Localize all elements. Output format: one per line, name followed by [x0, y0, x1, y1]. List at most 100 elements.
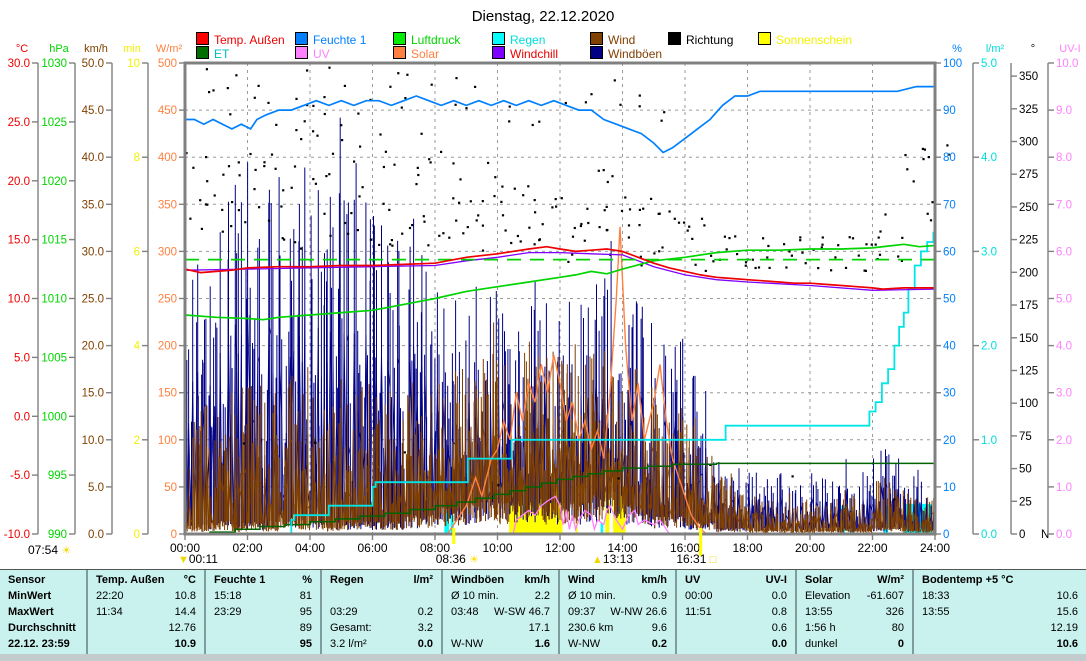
- svg-text:300: 300: [158, 246, 177, 258]
- marker-0011: ▼00:11: [178, 552, 218, 566]
- svg-text:3.0: 3.0: [1056, 388, 1072, 400]
- cell-value: 15.6: [1057, 604, 1078, 620]
- cell-value: 81: [300, 588, 312, 604]
- svg-text:100: 100: [1019, 398, 1038, 410]
- svg-text:10.0: 10.0: [82, 435, 104, 447]
- svg-text:200: 200: [158, 341, 177, 353]
- cell-value: 10.8: [175, 588, 196, 604]
- svg-text:175: 175: [1019, 300, 1038, 312]
- svg-text:0: 0: [171, 529, 177, 541]
- svg-text:50: 50: [1019, 464, 1032, 476]
- svg-text:15.0: 15.0: [8, 235, 30, 247]
- svg-text:4.0: 4.0: [981, 152, 997, 164]
- marker-1631: 16:31 □: [676, 552, 716, 566]
- svg-text:40.0: 40.0: [82, 152, 104, 164]
- svg-text:20.0: 20.0: [82, 341, 104, 353]
- svg-text:50: 50: [943, 294, 956, 306]
- svg-text:min: min: [123, 43, 141, 55]
- svg-text:35.0: 35.0: [82, 199, 104, 211]
- svg-text:5.0: 5.0: [88, 482, 104, 494]
- table-col-sensor: SensorMinWertMaxWertDurchschnitt22.12. 2…: [0, 570, 86, 654]
- cell-value: 12.76: [168, 620, 196, 636]
- col-header-unit: km/h: [524, 572, 550, 588]
- svg-text:5.0: 5.0: [981, 58, 997, 70]
- sunset-square-icon: □: [710, 554, 717, 566]
- cell-value: 95: [300, 604, 312, 620]
- svg-text:°C: °C: [16, 43, 28, 55]
- svg-text:500: 500: [158, 58, 177, 70]
- svg-text:15.0: 15.0: [82, 388, 104, 400]
- marker-0011-time: 00:11: [189, 552, 218, 566]
- svg-text:24:00: 24:00: [920, 541, 950, 555]
- cell-value: 0.0: [772, 636, 787, 652]
- cell-value: 9.6: [652, 620, 667, 636]
- svg-text:20.0: 20.0: [8, 176, 30, 188]
- svg-text:UV-I: UV-I: [1059, 43, 1080, 55]
- svg-text:6: 6: [134, 246, 140, 258]
- svg-text:-5.0: -5.0: [10, 470, 30, 482]
- svg-text:0: 0: [134, 529, 140, 541]
- twilight-time-label: 07:54 ☀: [28, 543, 71, 557]
- table-col-feuchte-1: Feuchte 1%15:188123:29958995: [204, 570, 320, 654]
- cell-value: -61.607: [867, 588, 904, 604]
- cell-value: 12.19: [1050, 620, 1078, 636]
- cell-value: 0.0: [772, 588, 787, 604]
- svg-text:2.0: 2.0: [1056, 435, 1072, 447]
- svg-text:1.0: 1.0: [981, 435, 997, 447]
- svg-text:450: 450: [158, 105, 177, 117]
- svg-text:225: 225: [1019, 235, 1038, 247]
- svg-text:5.0: 5.0: [14, 352, 30, 364]
- sensor-row-label: MinWert: [8, 588, 51, 604]
- half-sun-icon: ☀: [61, 545, 71, 557]
- svg-text:2.0: 2.0: [981, 341, 997, 353]
- svg-text:1015: 1015: [41, 235, 67, 247]
- svg-text:4.0: 4.0: [1056, 341, 1072, 353]
- svg-text:7.0: 7.0: [1056, 199, 1072, 211]
- cell-value: 1.6: [535, 636, 550, 652]
- svg-text:1000: 1000: [41, 411, 67, 423]
- col-header-unit: °C: [184, 572, 196, 588]
- table-col-wind: Windkm/hØ 10 min.0.909:37W-NW 26.6230.6 …: [558, 570, 675, 654]
- col-header-unit: l/m²: [413, 572, 433, 588]
- svg-text:80: 80: [943, 152, 956, 164]
- svg-text:1005: 1005: [41, 352, 67, 364]
- svg-text:1.0: 1.0: [1056, 482, 1072, 494]
- table-col-solar: SolarW/m²Elevation-61.60713:553261:56 h8…: [795, 570, 912, 654]
- sensor-row-label: MaxWert: [8, 604, 54, 620]
- svg-text:20: 20: [943, 435, 956, 447]
- svg-text:150: 150: [1019, 333, 1038, 345]
- svg-text:45.0: 45.0: [82, 105, 104, 117]
- svg-text:5.0: 5.0: [1056, 294, 1072, 306]
- svg-text:8.0: 8.0: [1056, 152, 1072, 164]
- svg-text:1020: 1020: [41, 176, 67, 188]
- cell-value: 10.9: [175, 636, 196, 652]
- svg-text:0: 0: [943, 529, 949, 541]
- svg-text:10.0: 10.0: [8, 294, 30, 306]
- svg-text:25.0: 25.0: [8, 117, 30, 129]
- svg-text:18:00: 18:00: [732, 541, 762, 555]
- svg-text:100: 100: [943, 58, 962, 70]
- marker-1313-time: 13:13: [603, 552, 633, 566]
- table-col-bodentemp-5: Bodentemp +5 °C18:3310.613:5515.612.1910…: [912, 570, 1086, 654]
- svg-text:12:00: 12:00: [545, 541, 575, 555]
- svg-text:50: 50: [164, 482, 177, 494]
- cell-value: 326: [886, 604, 904, 620]
- cell-value: 14.4: [175, 604, 196, 620]
- svg-text:4: 4: [134, 341, 141, 353]
- table-col-temp-au-en: Temp. Außen°C22:2010.811:3414.412.7610.9: [86, 570, 204, 654]
- svg-text:60: 60: [943, 246, 956, 258]
- cell-value: W-SW 46.7: [494, 604, 550, 620]
- marker-0836-time: 08:36: [436, 552, 466, 566]
- bottom-strip: [0, 654, 1086, 661]
- weather-day-chart-window: Dienstag, 22.12.2020 Temp. AußenFeuchte …: [0, 0, 1086, 661]
- cell-value: 0: [898, 636, 904, 652]
- cell-value: 0.9: [652, 588, 667, 604]
- svg-text:250: 250: [1019, 202, 1038, 214]
- svg-text:75: 75: [1019, 431, 1032, 443]
- svg-text:30.0: 30.0: [8, 58, 30, 70]
- svg-text:325: 325: [1019, 104, 1038, 116]
- svg-text:10.0: 10.0: [1056, 58, 1078, 70]
- svg-text:22:00: 22:00: [857, 541, 887, 555]
- cell-value: W-NW 26.6: [610, 604, 667, 620]
- table-col-regen: Regenl/m²03:290.2Gesamt:3.23.2 l/m²0.0: [320, 570, 441, 654]
